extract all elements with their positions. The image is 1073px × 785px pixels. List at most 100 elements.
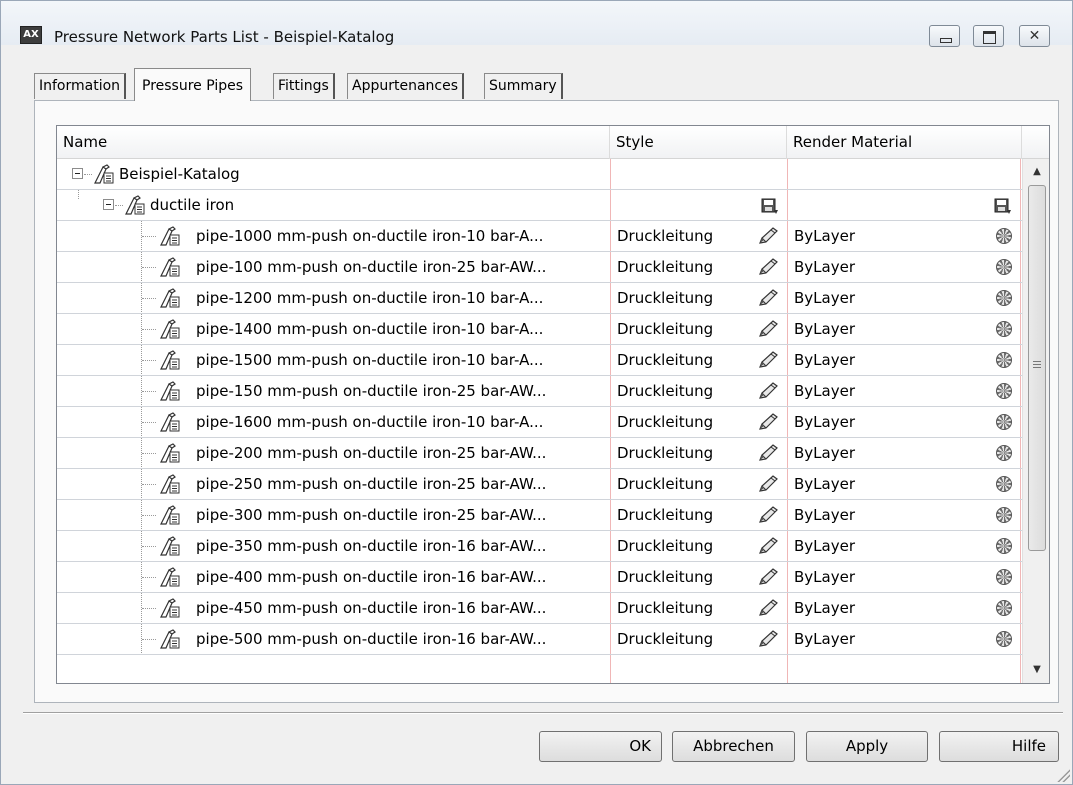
style-cell[interactable]: Druckleitung [610, 221, 786, 251]
material-cell[interactable]: ByLayer [787, 407, 1021, 437]
vertical-scrollbar[interactable]: ▲ ▼ [1022, 159, 1049, 683]
pipe-part-icon [159, 473, 181, 495]
edit-style-icon[interactable] [757, 257, 781, 277]
title-bar[interactable]: AX Pressure Network Parts List - Beispie… [1, 1, 1072, 47]
material-cell[interactable]: ByLayer [787, 500, 1021, 530]
cancel-button[interactable]: Abbrechen [672, 731, 795, 762]
parts-grid[interactable]: Name Style Render Material Beispiel-Kata… [56, 125, 1050, 684]
edit-style-icon[interactable] [757, 629, 781, 649]
render-material-icon[interactable] [996, 600, 1012, 616]
table-row[interactable]: pipe-1600 mm-push on-ductile iron-10 bar… [57, 407, 1022, 438]
table-row[interactable]: pipe-350 mm-push on-ductile iron-16 bar-… [57, 531, 1022, 562]
column-header-name[interactable]: Name [57, 126, 610, 159]
style-cell[interactable]: Druckleitung [610, 407, 786, 437]
material-cell[interactable]: ByLayer [787, 283, 1021, 313]
style-cell[interactable]: Druckleitung [610, 252, 786, 282]
render-material-icon[interactable] [996, 352, 1012, 368]
table-row[interactable]: pipe-250 mm-push on-ductile iron-25 bar-… [57, 469, 1022, 500]
render-material-icon[interactable] [996, 259, 1012, 275]
render-material-icon[interactable] [996, 290, 1012, 306]
style-cell[interactable]: Druckleitung [610, 562, 786, 592]
material-cell[interactable]: ByLayer [787, 624, 1021, 654]
table-row[interactable]: pipe-1200 mm-push on-ductile iron-10 bar… [57, 283, 1022, 314]
column-header-render-material[interactable]: Render Material [787, 126, 1022, 159]
style-cell[interactable]: Druckleitung [610, 500, 786, 530]
render-material-icon[interactable] [996, 321, 1012, 337]
style-cell[interactable]: Druckleitung [610, 376, 786, 406]
minimize-button[interactable] [929, 25, 960, 47]
apply-button[interactable]: Apply [806, 731, 928, 762]
material-cell[interactable]: ByLayer [787, 376, 1021, 406]
material-cell[interactable]: ByLayer [787, 593, 1021, 623]
table-row[interactable]: pipe-300 mm-push on-ductile iron-25 bar-… [57, 500, 1022, 531]
scroll-down-arrow-icon[interactable]: ▼ [1023, 659, 1049, 681]
edit-style-icon[interactable] [757, 381, 781, 401]
edit-style-icon[interactable] [757, 474, 781, 494]
table-row[interactable]: pipe-100 mm-push on-ductile iron-25 bar-… [57, 252, 1022, 283]
collapse-icon[interactable] [103, 199, 114, 210]
table-row[interactable]: pipe-450 mm-push on-ductile iron-16 bar-… [57, 593, 1022, 624]
edit-style-icon[interactable] [757, 536, 781, 556]
ok-button[interactable]: OK [539, 731, 662, 762]
style-cell[interactable]: Druckleitung [610, 593, 786, 623]
style-cell[interactable]: Druckleitung [610, 283, 786, 313]
render-material-icon[interactable] [996, 445, 1012, 461]
material-cell[interactable]: ByLayer [787, 469, 1021, 499]
material-cell[interactable]: ByLayer [787, 314, 1021, 344]
style-cell[interactable]: Druckleitung [610, 314, 786, 344]
style-cell[interactable]: Druckleitung [610, 531, 786, 561]
style-cell[interactable]: Druckleitung [610, 438, 786, 468]
resize-grip-icon[interactable] [1054, 766, 1070, 782]
material-cell[interactable]: ByLayer [787, 221, 1021, 251]
material-cell[interactable]: ByLayer [787, 345, 1021, 375]
table-row[interactable]: pipe-1400 mm-push on-ductile iron-10 bar… [57, 314, 1022, 345]
render-material-icon[interactable] [996, 383, 1012, 399]
maximize-button[interactable] [973, 25, 1004, 47]
column-header-style[interactable]: Style [610, 126, 787, 159]
material-cell[interactable]: ByLayer [787, 562, 1021, 592]
edit-style-icon[interactable] [757, 319, 781, 339]
edit-style-icon[interactable] [757, 412, 781, 432]
tree-row-group[interactable]: ductile iron [57, 190, 1022, 221]
edit-style-icon[interactable] [757, 443, 781, 463]
edit-style-icon[interactable] [757, 505, 781, 525]
style-cell[interactable]: Druckleitung [610, 345, 786, 375]
edit-style-icon[interactable] [757, 288, 781, 308]
tab-information[interactable]: Information [34, 73, 127, 99]
table-row[interactable]: pipe-400 mm-push on-ductile iron-16 bar-… [57, 562, 1022, 593]
table-row[interactable]: pipe-500 mm-push on-ductile iron-16 bar-… [57, 624, 1022, 655]
tree-row-root[interactable]: Beispiel-Katalog [57, 159, 1022, 190]
save-style-icon[interactable] [761, 196, 779, 214]
edit-style-icon[interactable] [757, 598, 781, 618]
edit-style-icon[interactable] [757, 350, 781, 370]
scroll-up-arrow-icon[interactable]: ▲ [1023, 161, 1049, 183]
material-cell[interactable]: ByLayer [787, 531, 1021, 561]
tab-summary[interactable]: Summary [484, 73, 563, 99]
material-cell[interactable]: ByLayer [787, 252, 1021, 282]
help-button[interactable]: Hilfe [939, 731, 1059, 762]
app-icon[interactable]: AX [20, 26, 42, 44]
render-material-icon[interactable] [996, 538, 1012, 554]
collapse-icon[interactable] [72, 168, 83, 179]
render-material-icon[interactable] [996, 631, 1012, 647]
scrollbar-thumb[interactable] [1028, 185, 1046, 551]
close-button[interactable]: ✕ [1019, 25, 1050, 47]
render-material-icon[interactable] [996, 228, 1012, 244]
table-row[interactable]: pipe-150 mm-push on-ductile iron-25 bar-… [57, 376, 1022, 407]
render-material-icon[interactable] [996, 507, 1012, 523]
material-cell[interactable]: ByLayer [787, 438, 1021, 468]
render-material-icon[interactable] [996, 476, 1012, 492]
style-cell[interactable]: Druckleitung [610, 624, 786, 654]
tab-appurtenances[interactable]: Appurtenances [347, 73, 465, 99]
table-row[interactable]: pipe-200 mm-push on-ductile iron-25 bar-… [57, 438, 1022, 469]
save-material-icon[interactable] [994, 196, 1012, 214]
style-cell[interactable]: Druckleitung [610, 469, 786, 499]
tab-fittings[interactable]: Fittings [273, 73, 335, 99]
edit-style-icon[interactable] [757, 226, 781, 246]
edit-style-icon[interactable] [757, 567, 781, 587]
render-material-icon[interactable] [996, 414, 1012, 430]
table-row[interactable]: pipe-1000 mm-push on-ductile iron-10 bar… [57, 221, 1022, 252]
render-material-icon[interactable] [996, 569, 1012, 585]
table-row[interactable]: pipe-1500 mm-push on-ductile iron-10 bar… [57, 345, 1022, 376]
tab-pressure-pipes[interactable]: Pressure Pipes [134, 68, 252, 101]
